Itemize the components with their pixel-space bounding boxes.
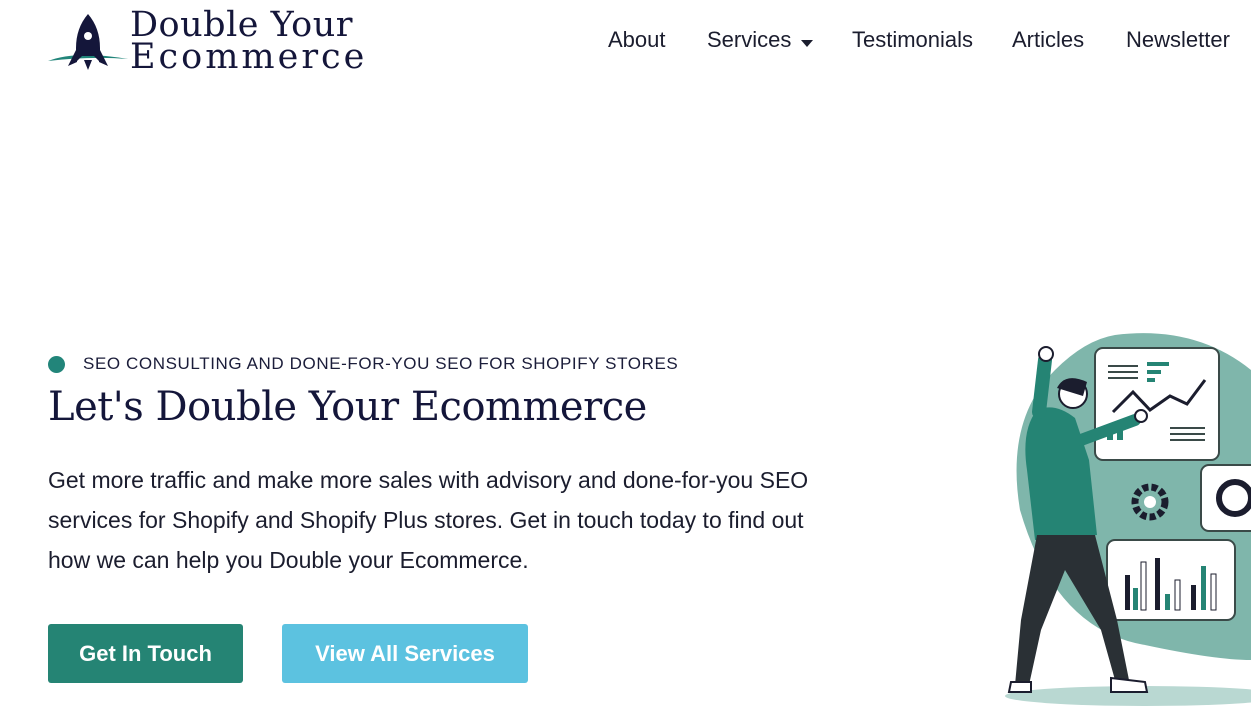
nav-about[interactable]: About — [608, 27, 666, 53]
site-logo[interactable]: Double Your Ecommerce — [46, 8, 366, 78]
nav-articles[interactable]: Articles — [1012, 27, 1084, 53]
get-in-touch-button[interactable]: Get In Touch — [48, 624, 243, 683]
nav-newsletter[interactable]: Newsletter — [1126, 27, 1230, 53]
logo-text-line2: Ecommerce — [130, 37, 368, 77]
hero-eyebrow-text: SEO CONSULTING AND DONE-FOR-YOU SEO FOR … — [83, 354, 679, 373]
caret-down-icon — [801, 28, 814, 54]
nav-testimonials[interactable]: Testimonials — [852, 27, 973, 53]
hero-title: Let's Double Your Ecommerce — [48, 384, 647, 430]
view-all-services-button[interactable]: View All Services — [282, 624, 528, 683]
nav-services-label: Services — [707, 27, 792, 52]
hero-illustration — [1005, 333, 1251, 706]
bullet-dot-icon — [48, 356, 65, 373]
hero-description: Get more traffic and make more sales wit… — [48, 467, 809, 573]
rocket-icon — [48, 14, 128, 70]
nav-services[interactable]: Services — [707, 27, 814, 54]
